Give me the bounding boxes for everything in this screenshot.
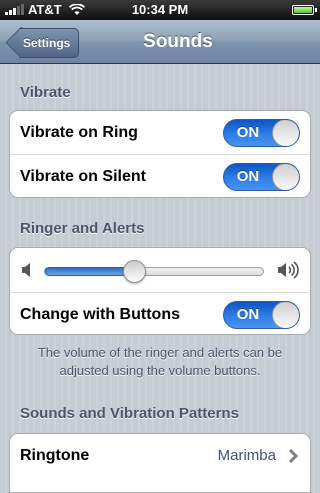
ringer-volume-fill: [45, 267, 136, 276]
toggle-knob: [272, 302, 299, 328]
volume-low-icon: [22, 263, 30, 277]
patterns-group: Ringtone Marimba: [9, 433, 311, 493]
toggle-state-text: ON: [236, 168, 260, 185]
change-with-buttons-row: Change with Buttons ON: [10, 293, 310, 334]
page-title: Sounds: [143, 31, 213, 52]
chevron-right-icon: [283, 448, 299, 464]
volume-high-icon: [278, 261, 299, 279]
change-with-buttons-label: Change with Buttons: [20, 306, 180, 323]
ringtone-value: Marimba: [217, 447, 276, 464]
ringer-volume-thumb[interactable]: [122, 260, 146, 283]
ringer-group: Change with Buttons ON: [9, 247, 311, 335]
battery-icon: [292, 5, 317, 15]
toggle-knob: [272, 164, 299, 190]
ringtone-label: Ringtone: [20, 447, 90, 464]
vibrate-on-ring-label: Vibrate on Ring: [20, 124, 138, 141]
vibrate-on-ring-toggle[interactable]: ON: [223, 119, 300, 147]
navigation-bar: Settings Sounds: [0, 20, 320, 64]
ringer-footnote: The volume of the ringer and alerts can …: [37, 345, 283, 378]
status-time: 10:34 PM: [131, 2, 189, 17]
vibrate-on-ring-row: Vibrate on Ring ON: [10, 111, 310, 155]
section-header-patterns: Sounds and Vibration Patterns: [20, 405, 239, 422]
ringer-volume-row: [10, 248, 310, 293]
vibrate-on-silent-label: Vibrate on Silent: [20, 168, 146, 185]
vibrate-on-silent-toggle[interactable]: ON: [223, 163, 300, 191]
toggle-knob: [272, 120, 299, 146]
ringtone-row[interactable]: Ringtone Marimba: [10, 434, 310, 478]
vibrate-group: Vibrate on Ring ON Vibrate on Silent ON: [9, 110, 311, 198]
toggle-state-text: ON: [236, 306, 260, 323]
status-bar: AT&T 10:34 PM: [0, 0, 320, 20]
section-header-vibrate: Vibrate: [20, 84, 71, 101]
ringer-volume-track[interactable]: [44, 267, 264, 276]
change-with-buttons-toggle[interactable]: ON: [223, 301, 300, 329]
section-header-ringer: Ringer and Alerts: [20, 220, 145, 237]
toggle-state-text: ON: [236, 124, 260, 141]
vibrate-on-silent-row: Vibrate on Silent ON: [10, 155, 310, 197]
